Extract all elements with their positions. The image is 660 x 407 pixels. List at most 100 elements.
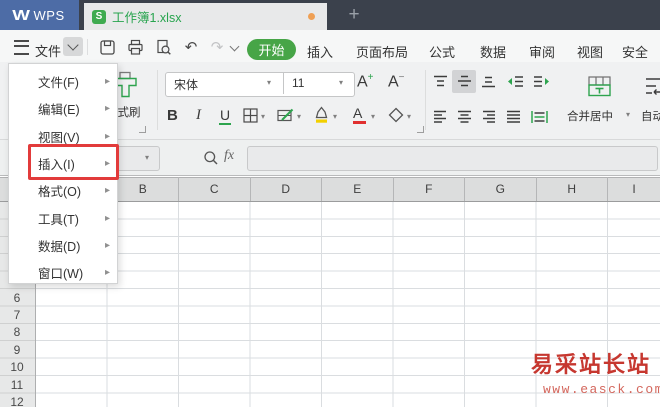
magnifier-icon [204,151,218,165]
column-header-g[interactable]: G [465,177,537,201]
align-top-button[interactable] [433,75,448,88]
align-left-button[interactable] [433,110,448,124]
menu-item-format[interactable]: 格式(O) ▸ [9,177,117,204]
redo-icon: ↷ [210,38,224,56]
font-color-button[interactable]: A [353,105,366,124]
ribbon-group-divider [425,70,426,130]
column-header-i[interactable]: I [608,177,660,201]
borders-dropdown-icon[interactable]: ▾ [261,112,265,121]
row-header-7[interactable]: 7 [0,306,34,323]
toolbar-divider [87,39,88,55]
name-box-dropdown-icon[interactable]: ▾ [145,153,149,162]
merge-center-button[interactable] [588,76,611,97]
document-tab[interactable]: S 工作簿1.xlsx [84,3,327,30]
menu-item-file[interactable]: 文件(F) ▸ [9,68,117,95]
minus-icon: − [398,72,405,83]
merge-center-label[interactable]: 合并居中 [567,108,613,124]
wrap-text-icon [646,78,660,95]
row-header-12[interactable]: 12 [0,393,34,407]
file-menu-dropdown-button[interactable] [63,37,83,56]
increase-font-size-button[interactable]: A+ [357,72,374,91]
ribbon-tab-review[interactable]: 审阅 [529,42,555,61]
decrease-indent-icon [508,76,523,87]
align-bottom-button[interactable] [481,75,496,88]
bold-button[interactable]: B [167,107,178,124]
cell-style-dropdown-icon[interactable]: ▾ [297,112,301,121]
redo-button[interactable]: ↷ [207,37,227,57]
align-center-button[interactable] [457,110,472,124]
undo-button[interactable]: ↶ [181,37,201,57]
row-header-8[interactable]: 8 [0,324,34,341]
align-top-icon [434,75,447,87]
clipboard-group-launcher-icon[interactable] [139,126,146,133]
column-header-f[interactable]: F [394,177,465,201]
increase-indent-icon [534,76,549,87]
font-color-dropdown-icon[interactable]: ▾ [371,112,375,121]
row-header-6[interactable]: 6 [0,289,34,306]
menu-item-tools[interactable]: 工具(T) ▸ [9,204,117,231]
column-header-h[interactable]: H [537,177,608,201]
ribbon-tab-insert[interactable]: 插入 [307,42,333,61]
ribbon-tab-data[interactable]: 数据 [480,42,506,61]
row-header-9[interactable]: 9 [0,341,34,358]
watermark-site-name: 易采站长站 [531,352,652,378]
align-right-button[interactable] [481,110,496,124]
ribbon-tab-view[interactable]: 视图 [577,42,603,61]
formula-input[interactable] [247,146,658,171]
watermark-site-url: www.easck.com [543,382,660,397]
cell-style-button[interactable] [277,108,294,123]
row-header-10[interactable]: 10 [0,359,34,376]
ribbon-tab-home[interactable]: 开始 [247,39,296,60]
decrease-font-size-button[interactable]: A− [388,72,405,91]
column-header-e[interactable]: E [322,177,394,201]
font-name-dropdown-icon[interactable]: ▾ [267,78,271,87]
eraser-dropdown-icon[interactable]: ▾ [407,112,411,121]
wrap-text-label[interactable]: 自动换行 [641,108,660,124]
borders-grid-icon [243,108,258,123]
wrap-text-button[interactable] [644,76,660,96]
ribbon-tab-formulas[interactable]: 公式 [429,42,455,61]
hamburger-menu-icon[interactable] [14,40,29,55]
font-size-dropdown-icon[interactable]: ▾ [339,78,343,87]
fill-bucket-icon [315,106,328,123]
submenu-arrow-icon: ▸ [104,239,110,251]
fill-color-button[interactable] [313,106,330,124]
ribbon-group-divider [157,70,158,130]
italic-button[interactable]: I [196,107,201,124]
zoom-formula-button[interactable] [203,150,219,166]
increase-indent-button[interactable] [533,75,550,88]
decrease-indent-button[interactable] [507,75,524,88]
borders-button[interactable] [243,108,258,123]
eraser-button[interactable] [388,107,404,123]
justify-button[interactable] [506,110,521,124]
wps-home-button[interactable]: W WPS [0,0,79,30]
file-menu-button[interactable]: 文件 [35,41,61,60]
underline-button[interactable]: U [219,107,232,125]
font-name-select[interactable]: 宋体 [174,76,198,93]
font-group-launcher-icon[interactable] [417,126,424,133]
undo-icon: ↶ [184,38,198,56]
menu-item-window[interactable]: 窗口(W) ▸ [9,259,117,286]
row-header-11[interactable]: 11 [0,376,34,393]
new-tab-button[interactable]: + [340,2,368,28]
ribbon-tab-page-layout[interactable]: 页面布局 [356,42,408,61]
print-preview-button[interactable] [153,37,173,57]
merge-center-dropdown-icon[interactable]: ▾ [626,110,630,119]
column-header-d[interactable]: D [251,177,322,201]
save-icon [99,39,115,55]
column-header-c[interactable]: C [179,177,251,201]
insert-function-button[interactable]: fx [224,148,234,164]
plus-icon: + [367,72,374,83]
font-size-select[interactable]: 11 [292,76,304,90]
fill-color-dropdown-icon[interactable]: ▾ [333,112,337,121]
menu-item-edit[interactable]: 编辑(E) ▸ [9,95,117,122]
spreadsheet-doc-icon: S [92,9,106,24]
ribbon-tab-security[interactable]: 安全 [622,42,648,61]
column-header-b[interactable]: B [108,177,179,201]
print-button[interactable] [125,37,145,57]
distribute-button[interactable] [531,110,548,124]
distribute-icon [531,111,548,123]
save-button[interactable] [97,37,117,57]
align-middle-button[interactable] [452,70,476,93]
menu-item-data[interactable]: 数据(D) ▸ [9,232,117,259]
